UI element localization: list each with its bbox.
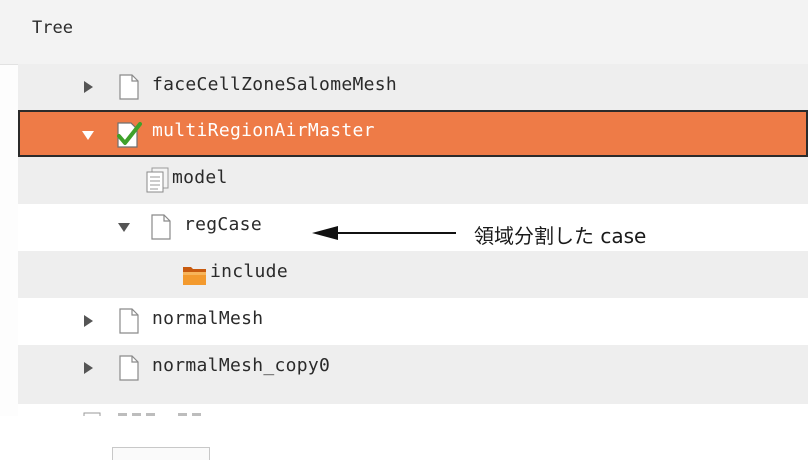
tree-item-include[interactable]: include [18, 251, 808, 298]
annotation-text: 領域分割した case [474, 224, 647, 248]
bottom-control[interactable] [112, 447, 210, 460]
annotation: 領域分割した case [310, 213, 730, 253]
tree-item-multiRegionAirMaster[interactable]: multiRegionAirMaster [18, 110, 808, 157]
tree-item-label: normalMesh_copy0 [152, 355, 331, 376]
tree-item-label: include [210, 261, 288, 282]
folder-icon [182, 261, 206, 287]
checked-case-icon [116, 120, 142, 148]
file-icon [118, 74, 140, 100]
annotation-arrow-icon [312, 226, 456, 240]
tree-item-label: regCase [184, 214, 262, 235]
tree-item-partial[interactable] [18, 404, 808, 416]
panel-header: Tree [0, 0, 808, 65]
tree-item-faceCellZoneSalomeMesh[interactable]: faceCellZoneSalomeMesh [18, 64, 808, 111]
tree-item-normalMesh[interactable]: normalMesh [18, 298, 808, 345]
tree-item-label: model [172, 167, 228, 188]
partial-row-glyphs [83, 412, 201, 416]
document-icon [146, 167, 169, 193]
collapse-arrow-icon[interactable] [82, 131, 94, 140]
expand-arrow-icon[interactable] [84, 315, 93, 327]
bottom-area [0, 416, 808, 460]
tree-item-normalMesh_copy0[interactable]: normalMesh_copy0 [18, 345, 808, 404]
collapse-arrow-icon[interactable] [118, 223, 130, 232]
file-icon [118, 355, 140, 381]
tree-item-label: multiRegionAirMaster [152, 120, 375, 141]
expand-arrow-icon[interactable] [84, 362, 93, 374]
panel-title: Tree [32, 18, 73, 38]
file-icon [150, 214, 172, 240]
tree-item-model[interactable]: model [18, 157, 808, 204]
tree-item-label: faceCellZoneSalomeMesh [152, 74, 398, 95]
tree-item-label: normalMesh [152, 308, 264, 329]
file-icon [118, 308, 140, 334]
expand-arrow-icon[interactable] [84, 81, 93, 93]
